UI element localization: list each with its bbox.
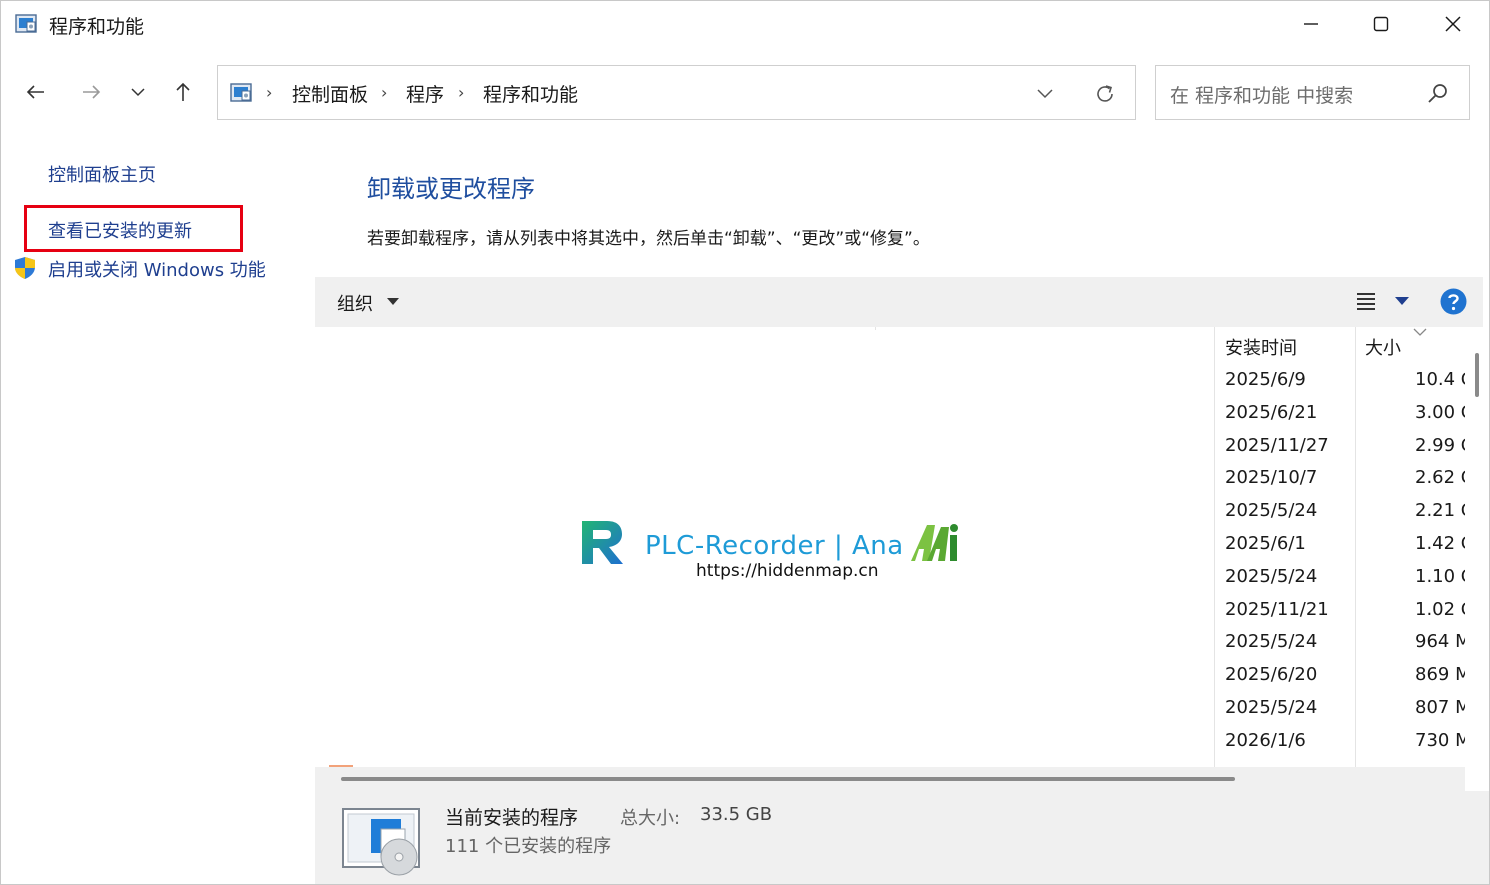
- programs-and-features-window: 程序和功能 › 控制面板 › 程序 › 程序和功能 在 程序和功能 中搜索 控制…: [0, 0, 1490, 885]
- arrow-right-icon: [83, 85, 101, 99]
- program-size: 807 MB: [1415, 696, 1465, 718]
- table-row[interactable]: 2025/5/24 964 MB: [315, 627, 1465, 660]
- program-size: 2.62 GB: [1415, 467, 1465, 489]
- breadcrumb-separator: ›: [266, 83, 273, 102]
- recent-locations-button[interactable]: [123, 77, 153, 107]
- plc-recorder-logo-icon: [582, 521, 623, 564]
- program-size: 2.21 GB: [1415, 500, 1465, 522]
- program-size: 3.00 GB: [1415, 401, 1465, 423]
- table-row[interactable]: 2025/5/24 2.21 GB: [315, 496, 1465, 529]
- close-icon: [1445, 16, 1461, 32]
- search-input[interactable]: 在 程序和功能 中搜索: [1155, 65, 1470, 120]
- page-description: 若要卸载程序，请从列表中将其选中，然后单击“卸载”、“更改”或“修复”。: [367, 229, 930, 249]
- install-date: 2025/11/21: [1225, 598, 1329, 620]
- program-size: 1.02 GB: [1415, 598, 1465, 620]
- organize-button[interactable]: 组织: [337, 290, 373, 316]
- breadcrumb-separator: ›: [381, 83, 388, 102]
- install-date: 2025/6/20: [1225, 664, 1318, 686]
- up-button[interactable]: [168, 77, 198, 107]
- total-size-value: 33.5 GB: [700, 804, 773, 825]
- arrow-left-icon: [26, 85, 44, 99]
- installed-programs-icon: [342, 808, 420, 876]
- caret-down-icon[interactable]: [1395, 297, 1409, 306]
- table-row[interactable]: 2025/6/20 869 MB: [315, 660, 1465, 693]
- window-title: 程序和功能: [49, 16, 145, 38]
- page-title: 卸载或更改程序: [367, 175, 535, 203]
- program-size: 869 MB: [1415, 664, 1465, 686]
- horizontal-scrollbar[interactable]: [315, 767, 1465, 791]
- horizontal-scrollbar-thumb[interactable]: [341, 777, 1235, 781]
- chevron-down-icon: [131, 88, 145, 97]
- table-row[interactable]: 2025/6/9 10.4 GB: [315, 365, 1465, 398]
- caret-down-icon[interactable]: [387, 298, 399, 306]
- forward-button[interactable]: [76, 77, 106, 107]
- install-date: 2025/10/7: [1225, 467, 1318, 489]
- control-panel-icon: [230, 83, 252, 102]
- install-date: 2026/1/6: [1225, 729, 1306, 751]
- program-size: 964 MB: [1415, 631, 1465, 653]
- sort-descending-icon: [1413, 328, 1427, 336]
- table-row[interactable]: 2025/11/27 2.99 GB: [315, 431, 1465, 464]
- vertical-scrollbar[interactable]: [1475, 353, 1479, 397]
- help-icon[interactable]: [1440, 288, 1467, 315]
- sidebar-link-view-installed-updates[interactable]: 查看已安装的更新: [48, 217, 192, 243]
- installed-count: 111 个已安装的程序: [445, 836, 612, 857]
- table-row[interactable]: 2025/5/24 1.10 GB: [315, 562, 1465, 595]
- close-button[interactable]: [1431, 9, 1475, 39]
- table-row[interactable]: 2025/6/21 3.00 GB: [315, 398, 1465, 431]
- search-icon[interactable]: [1426, 82, 1450, 106]
- install-date: 2025/5/24: [1225, 565, 1318, 587]
- program-size: 1.42 GB: [1415, 532, 1465, 554]
- program-size: 10.4 GB: [1415, 369, 1465, 390]
- status-title: 当前安装的程序: [445, 807, 579, 829]
- program-size: 730 MB: [1415, 729, 1465, 751]
- table-row[interactable]: 2025/10/7 2.62 GB: [315, 463, 1465, 496]
- shield-icon: [15, 257, 35, 279]
- breadcrumb-separator: ›: [458, 83, 465, 102]
- watermark-title: PLC-Recorder | Ana: [645, 531, 904, 561]
- install-date: 2025/5/24: [1225, 500, 1318, 522]
- install-date: 2025/6/9: [1225, 369, 1306, 390]
- column-divider: [875, 327, 876, 330]
- column-header-install-date[interactable]: 安装时间: [1225, 334, 1297, 360]
- install-date: 2025/5/24: [1225, 696, 1318, 718]
- table-row[interactable]: 2026/1/6 730 MB: [315, 726, 1465, 759]
- view-details-icon[interactable]: [1355, 291, 1377, 311]
- search-placeholder: 在 程序和功能 中搜索: [1170, 85, 1354, 107]
- details-pane: 当前安装的程序 总大小: 33.5 GB 111 个已安装的程序: [315, 791, 1489, 884]
- watermark-url: https://hiddenmap.cn: [696, 561, 879, 581]
- maximize-button[interactable]: [1359, 9, 1403, 39]
- back-button[interactable]: [21, 77, 51, 107]
- install-date: 2025/5/24: [1225, 631, 1318, 653]
- program-size: 2.99 GB: [1415, 434, 1465, 456]
- sidebar-link-windows-features[interactable]: 启用或关闭 Windows 功能: [48, 256, 266, 282]
- breadcrumb-programs-and-features[interactable]: 程序和功能: [483, 80, 578, 107]
- ai-logo-icon: [911, 524, 958, 561]
- total-size-label: 总大小:: [620, 808, 681, 829]
- command-bar: 组织: [315, 277, 1483, 327]
- install-date: 2025/11/27: [1225, 434, 1329, 456]
- table-row[interactable]: 2025/5/24 807 MB: [315, 693, 1465, 726]
- arrow-up-icon: [176, 82, 190, 101]
- breadcrumb-programs[interactable]: 程序: [406, 80, 444, 107]
- control-panel-icon: [15, 14, 37, 33]
- install-date: 2025/6/1: [1225, 532, 1306, 554]
- program-size: 1.10 GB: [1415, 565, 1465, 587]
- sidebar-link-control-panel-home[interactable]: 控制面板主页: [48, 161, 156, 187]
- column-header-size[interactable]: 大小: [1365, 334, 1401, 360]
- maximize-icon: [1373, 16, 1389, 32]
- breadcrumb-control-panel[interactable]: 控制面板: [292, 80, 368, 107]
- install-date: 2025/6/21: [1225, 401, 1318, 423]
- program-rows: 2025/6/9 10.4 GB 2025/6/21 3.00 GB 2025/11…: [315, 365, 1465, 759]
- address-bar[interactable]: › 控制面板 › 程序 › 程序和功能: [217, 65, 1136, 120]
- minimize-icon: [1304, 23, 1318, 25]
- minimize-button[interactable]: [1289, 9, 1333, 39]
- refresh-icon[interactable]: [1093, 82, 1117, 106]
- title-bar: 程序和功能: [1, 1, 1489, 47]
- table-row[interactable]: 2025/11/21 1.02 GB: [315, 595, 1465, 628]
- chevron-down-icon[interactable]: [1033, 84, 1057, 104]
